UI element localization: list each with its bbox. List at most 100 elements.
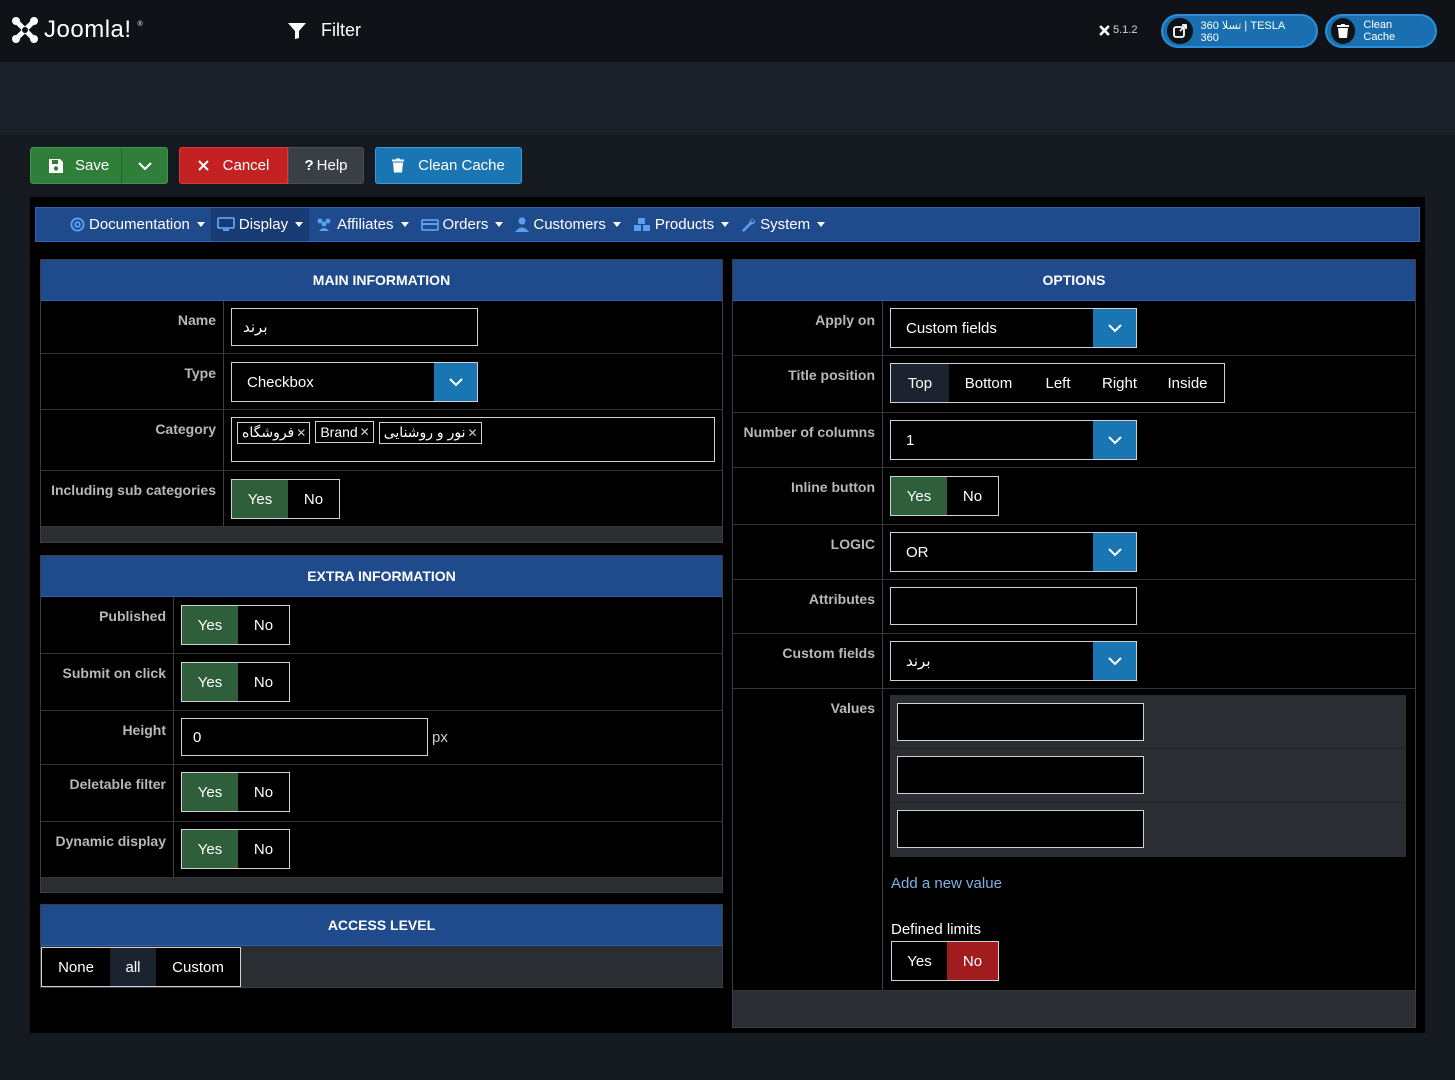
caret-icon bbox=[400, 222, 409, 227]
custom-fields-row: Custom fields برند bbox=[733, 634, 1415, 689]
page-title: Filter bbox=[287, 20, 361, 41]
title-position-inside[interactable]: Inside bbox=[1151, 364, 1224, 402]
save-button[interactable]: Save bbox=[31, 148, 121, 183]
custom-fields-value: برند bbox=[906, 653, 931, 670]
main-information-panel: MAIN INFORMATION Name برند Type Checkbox… bbox=[40, 259, 723, 543]
no-option[interactable]: No bbox=[238, 606, 289, 644]
number-of-columns-value-cell: 1 bbox=[883, 413, 1415, 467]
yes-option[interactable]: Yes bbox=[182, 606, 238, 644]
access-custom-option[interactable]: Custom bbox=[156, 948, 240, 986]
cancel-button[interactable]: Cancel bbox=[179, 147, 288, 184]
no-option[interactable]: No bbox=[238, 773, 289, 811]
access-none-option[interactable]: None bbox=[42, 948, 110, 986]
value-item bbox=[890, 803, 1406, 857]
deletable-filter-label: Deletable filter bbox=[41, 765, 174, 821]
category-multiselect[interactable]: فروشگاه ✕ Brand ✕ نور و روشنایی ✕ bbox=[231, 417, 715, 462]
name-input[interactable]: برند bbox=[231, 308, 478, 346]
attributes-value-cell bbox=[883, 580, 1415, 633]
yes-option[interactable]: Yes bbox=[232, 480, 288, 518]
values-label: Values bbox=[733, 689, 883, 990]
attributes-row: Attributes bbox=[733, 580, 1415, 634]
menu-system[interactable]: System bbox=[735, 208, 831, 241]
value-input[interactable] bbox=[897, 703, 1144, 741]
header-clean-cache-button[interactable]: Clean Cache bbox=[1325, 14, 1437, 48]
menu-affiliates[interactable]: Affiliates bbox=[309, 208, 414, 241]
values-value-cell: Add a new value Defined limits Yes No bbox=[883, 689, 1415, 990]
category-tag-label: Brand bbox=[320, 424, 358, 440]
category-tag-label: نور و روشنایی bbox=[383, 424, 466, 440]
menu-products[interactable]: Products bbox=[627, 208, 735, 241]
number-of-columns-row: Number of columns 1 bbox=[733, 413, 1415, 468]
custom-fields-value-cell: برند bbox=[883, 634, 1415, 688]
page-title-text: Filter bbox=[321, 20, 361, 40]
title-position-left[interactable]: Left bbox=[1028, 364, 1088, 402]
caret-icon bbox=[721, 222, 730, 227]
chevron-down-icon bbox=[137, 161, 152, 170]
menu-display[interactable]: Display bbox=[210, 208, 310, 241]
logic-row: LOGIC OR bbox=[733, 525, 1415, 580]
menu-orders[interactable]: Orders bbox=[415, 208, 510, 241]
chevron-down-icon bbox=[1093, 421, 1136, 459]
submit-on-click-value-cell: Yes No bbox=[174, 654, 722, 710]
remove-tag-icon[interactable]: ✕ bbox=[467, 426, 477, 440]
title-position-right[interactable]: Right bbox=[1088, 364, 1151, 402]
no-option[interactable]: No bbox=[238, 830, 289, 868]
wrench-icon bbox=[742, 218, 756, 232]
no-option[interactable]: No bbox=[238, 663, 289, 701]
menu-documentation[interactable]: Documentation bbox=[64, 208, 211, 241]
save-dropdown-toggle[interactable] bbox=[121, 148, 167, 183]
yes-option[interactable]: Yes bbox=[892, 942, 947, 980]
yes-option[interactable]: Yes bbox=[891, 477, 947, 515]
no-option[interactable]: No bbox=[947, 477, 998, 515]
height-unit: px bbox=[432, 729, 448, 746]
main-information-title: MAIN INFORMATION bbox=[41, 260, 722, 301]
published-toggle: Yes No bbox=[181, 605, 290, 645]
title-position-label: Title position bbox=[733, 356, 883, 412]
title-position-value-cell: Top Bottom Left Right Inside bbox=[883, 356, 1415, 412]
type-select[interactable]: Checkbox bbox=[231, 362, 478, 402]
height-label: Height bbox=[41, 711, 174, 764]
number-of-columns-select[interactable]: 1 bbox=[890, 420, 1137, 460]
toolbar: Save Cancel ? Help Clean Cache bbox=[0, 135, 1455, 197]
logic-select[interactable]: OR bbox=[890, 532, 1137, 572]
yes-option[interactable]: Yes bbox=[182, 830, 238, 868]
sub-categories-label: Including sub categories bbox=[41, 471, 224, 526]
clean-cache-button[interactable]: Clean Cache bbox=[375, 147, 522, 184]
yes-option[interactable]: Yes bbox=[182, 663, 238, 701]
value-input[interactable] bbox=[897, 810, 1144, 848]
title-position-bottom[interactable]: Bottom bbox=[949, 364, 1028, 402]
submit-on-click-toggle: Yes No bbox=[181, 662, 290, 702]
menu-products-label: Products bbox=[654, 216, 715, 233]
category-row: Category فروشگاه ✕ Brand ✕ نور و روشنایی ✕ bbox=[41, 410, 722, 471]
header-clean-cache-label: Clean Cache bbox=[1363, 19, 1396, 43]
dynamic-display-toggle: Yes No bbox=[181, 829, 290, 869]
apply-on-select[interactable]: Custom fields bbox=[890, 308, 1137, 348]
add-new-value-link[interactable]: Add a new value bbox=[891, 875, 1002, 892]
value-input[interactable] bbox=[897, 756, 1144, 794]
menu-customers[interactable]: Customers bbox=[509, 208, 627, 241]
category-label: Category bbox=[41, 410, 224, 470]
attributes-label: Attributes bbox=[733, 580, 883, 633]
title-position-top[interactable]: Top bbox=[891, 364, 949, 402]
remove-tag-icon[interactable]: ✕ bbox=[360, 425, 370, 439]
number-of-columns-label: Number of columns bbox=[733, 413, 883, 467]
attributes-input[interactable] bbox=[890, 587, 1137, 625]
no-option[interactable]: No bbox=[947, 942, 998, 980]
remove-tag-icon[interactable]: ✕ bbox=[296, 426, 306, 440]
dynamic-display-value-cell: Yes No bbox=[174, 822, 722, 877]
extra-information-title: EXTRA INFORMATION bbox=[41, 556, 722, 597]
extra-information-panel: EXTRA INFORMATION Published Yes No Submi… bbox=[40, 555, 723, 893]
no-option[interactable]: No bbox=[288, 480, 339, 518]
height-input[interactable]: 0 bbox=[181, 718, 428, 756]
help-button[interactable]: ? Help bbox=[288, 147, 364, 184]
joomla-logo[interactable]: Joomla! ® bbox=[10, 15, 143, 45]
yes-option[interactable]: Yes bbox=[182, 773, 238, 811]
menu-customers-label: Customers bbox=[533, 216, 606, 233]
type-row: Type Checkbox bbox=[41, 354, 722, 410]
monitor-icon bbox=[217, 217, 235, 231]
view-site-button[interactable]: تسلا 360 | TESLA 360 bbox=[1161, 14, 1318, 48]
trash-icon bbox=[1331, 18, 1356, 44]
custom-fields-select[interactable]: برند bbox=[890, 641, 1137, 681]
name-row: Name برند bbox=[41, 301, 722, 354]
access-all-option[interactable]: all bbox=[110, 948, 156, 986]
